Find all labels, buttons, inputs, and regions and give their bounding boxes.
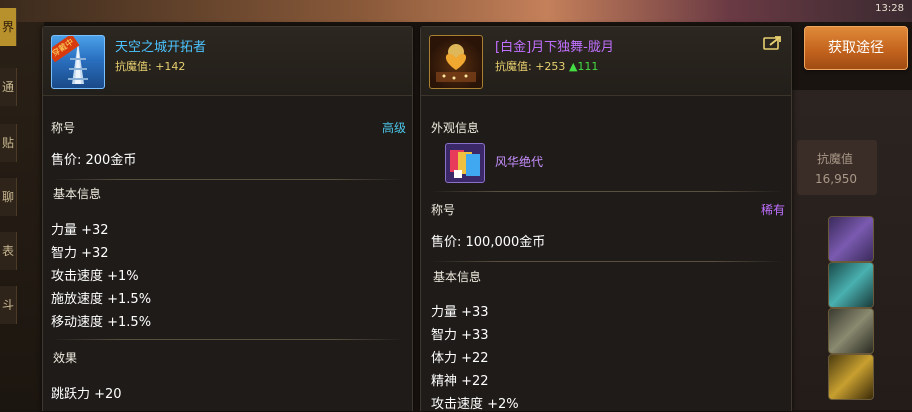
price-text: 售价: 100,000金币 [431, 235, 546, 250]
basic-info-title: 基本信息 [433, 270, 482, 284]
left-tab-1[interactable]: 通 [0, 68, 17, 106]
equipment-slot-3[interactable] [828, 308, 874, 354]
stat-row: 施放速度 +1.5% [51, 292, 152, 307]
acquire-source-button[interactable]: 获取途径 [804, 26, 908, 70]
left-tab-2[interactable]: 贴 [0, 124, 17, 162]
anti-magic-total-value: 16,950 [815, 172, 857, 186]
left-tab-4[interactable]: 表 [0, 232, 17, 270]
stat-row: 智力 +32 [51, 246, 109, 261]
anti-magic-value: +253 [535, 60, 566, 73]
grade-label: 高级 [381, 121, 406, 135]
anti-magic-label: 抗魔值: [495, 60, 532, 73]
left-tab-3[interactable]: 聊 [0, 178, 17, 216]
item-name: 天空之城开拓者 [115, 40, 207, 55]
anti-magic-value: +142 [155, 60, 186, 73]
tooltip-header: [白金]月下独舞-胧月 抗魔值: +253 ▲111 [421, 27, 791, 96]
anti-magic-stat: 抗魔值: +142 [115, 58, 185, 74]
stat-row: 力量 +32 [51, 223, 109, 238]
category-label: 称号 [431, 203, 456, 217]
equipped-item-tooltip: 穿戴中 天空之城开拓者 抗魔值: +142 称号 高级 售价: 200金币 基本… [42, 26, 413, 411]
divider [51, 339, 404, 340]
stat-row: 精神 +22 [431, 374, 489, 389]
left-tab-5[interactable]: 斗 [0, 286, 17, 324]
price-text: 售价: 200金币 [51, 153, 137, 168]
effect-title: 效果 [53, 351, 78, 365]
tooltip-header: 穿戴中 天空之城开拓者 抗魔值: +142 [43, 27, 412, 96]
stat-row: 体力 +22 [431, 351, 489, 366]
anti-magic-total-label: 抗魔值 [817, 152, 854, 166]
category-label: 称号 [51, 121, 76, 135]
anti-magic-total: 抗魔值 16,950 [797, 140, 877, 195]
divider [429, 191, 783, 192]
anti-magic-stat: 抗魔值: +253 ▲111 [495, 58, 598, 74]
stat-row: 移动速度 +1.5% [51, 315, 152, 330]
anti-magic-increase: ▲111 [568, 60, 599, 73]
stat-row: 攻击速度 +1% [51, 269, 139, 284]
item-name: [白金]月下独舞-胧月 [495, 40, 614, 55]
grade-label: 稀有 [760, 203, 785, 217]
left-tab-0[interactable]: 界 [0, 8, 17, 46]
share-icon[interactable] [763, 35, 783, 51]
heart-moon-icon [429, 35, 483, 89]
basic-info-title: 基本信息 [53, 187, 102, 201]
stat-row: 力量 +33 [431, 305, 489, 320]
stat-row: 攻击速度 +2% [431, 397, 519, 412]
game-top-bar: 13:28 [0, 0, 912, 22]
anti-magic-label: 抗魔值: [115, 60, 152, 73]
appearance-info-title: 外观信息 [431, 121, 480, 135]
divider [51, 179, 404, 180]
equipment-slot-1[interactable] [828, 216, 874, 262]
cosmetic-icon [445, 143, 485, 183]
sky-tower-icon: 穿戴中 [51, 35, 105, 89]
equipment-slot-4[interactable] [828, 354, 874, 400]
equipment-slot-2[interactable] [828, 262, 874, 308]
stat-row: 智力 +33 [431, 328, 489, 343]
compare-item-tooltip: [白金]月下独舞-胧月 抗魔值: +253 ▲111 外观信息 风华绝代 称号 … [420, 26, 792, 412]
cosmetic-name: 风华绝代 [495, 155, 544, 169]
clock-text: 13:28 [875, 3, 904, 14]
divider [429, 261, 783, 262]
effect-row: 跳跃力 +20 [51, 387, 122, 402]
